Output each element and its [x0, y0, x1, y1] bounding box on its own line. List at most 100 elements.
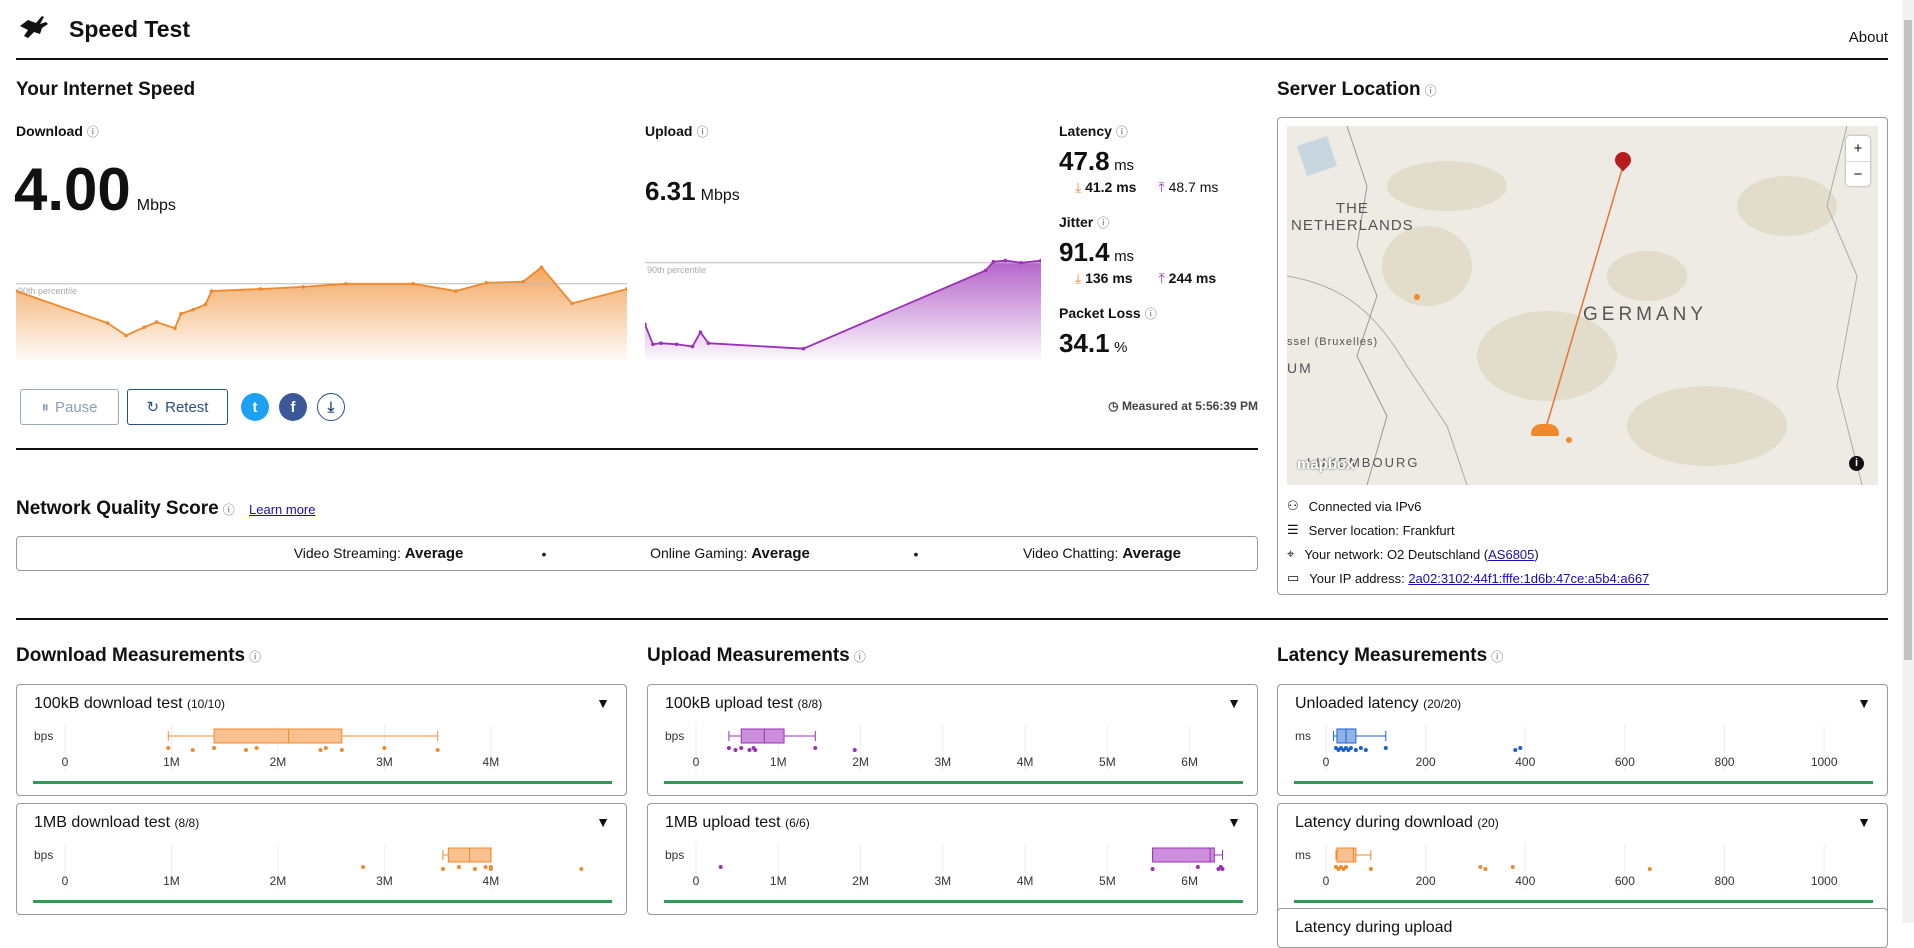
- tick-label: 200: [1416, 755, 1436, 769]
- download-label-text: Download: [16, 123, 83, 139]
- section-divider: [16, 448, 1258, 450]
- facebook-share-icon[interactable]: f: [279, 393, 307, 421]
- info-icon[interactable]: ⓘ: [854, 650, 866, 664]
- upload-measurements-title: Upload Measurements ⓘ: [647, 645, 866, 666]
- info-icon[interactable]: ⓘ: [696, 125, 708, 139]
- header-divider: [16, 58, 1888, 60]
- measured-time: ◷ Measured at 5:56:39 PM: [1108, 399, 1258, 413]
- tick-label: 0: [693, 755, 700, 769]
- data-point: [361, 865, 366, 869]
- latency-up: ⤒ 48.7 ms: [1158, 179, 1219, 195]
- measurement-card[interactable]: Unloaded latency (20/20) ▼ ms 0 200 400 600 800…: [1277, 684, 1888, 796]
- latency-label-text: Latency: [1059, 123, 1112, 139]
- data-point: [1478, 865, 1483, 869]
- data-point: [301, 285, 305, 289]
- data-point: [173, 326, 177, 331]
- unit-label: bps: [34, 729, 53, 743]
- tick-label: 2M: [852, 874, 869, 888]
- measurement-card[interactable]: 1MB download test (8/8) ▼ bps 0 1M 2M 3M 4M: [16, 803, 627, 915]
- info-icon[interactable]: ⓘ: [1145, 307, 1157, 321]
- measurement-card[interactable]: 100kB download test (10/10) ▼ bps 0 1M 2M 3M 4M: [16, 684, 627, 796]
- latency-upload-card[interactable]: Latency during upload: [1277, 908, 1888, 948]
- info-icon[interactable]: ⓘ: [1116, 125, 1128, 139]
- unit-label: bps: [34, 848, 53, 862]
- status-bar: [664, 900, 1243, 903]
- as-link[interactable]: AS6805: [1488, 547, 1534, 562]
- server-title: Server Location ⓘ: [1277, 79, 1437, 101]
- pause-button[interactable]: ⏸ Pause: [20, 389, 119, 425]
- packet-loss-label: Packet Loss ⓘ: [1059, 305, 1259, 322]
- data-point: [1363, 748, 1368, 752]
- quality-box: Video Streaming: Average • Online Gaming…: [16, 536, 1258, 571]
- upload-number: 6.31: [645, 176, 696, 206]
- server-map[interactable]: THE NETHERLANDS GERMANY ssel (Bruxelles)…: [1287, 126, 1878, 485]
- upload-unit: Mbps: [700, 187, 740, 204]
- status-bar: [33, 900, 612, 903]
- browser-icon: ▭: [1287, 570, 1300, 585]
- percentile-label: 90th percentile: [647, 265, 706, 275]
- measurement-card[interactable]: 100kB upload test (8/8) ▼ bps 0 1M 2M 3M 4M 5M 6M: [647, 684, 1258, 796]
- tick-label: 1M: [163, 755, 180, 769]
- retest-button[interactable]: ↻ Retest: [127, 389, 228, 425]
- status-bar: [1294, 781, 1873, 784]
- separator-dot: •: [913, 545, 919, 562]
- tick-label: 0: [1323, 755, 1330, 769]
- upload-label-text: Upload: [645, 123, 693, 139]
- box-plot: ms 0 200 400 600 800 1000: [1294, 725, 1873, 784]
- data-point: [813, 746, 818, 750]
- learn-more-link[interactable]: Learn more: [249, 502, 315, 517]
- quality-title-text: Network Quality Score: [16, 498, 219, 519]
- latency-measurements-title: Latency Measurements ⓘ: [1277, 645, 1504, 666]
- measurement-card[interactable]: Latency during download (20) ▼ ms 0 200 400 60…: [1277, 803, 1888, 915]
- zoom-in-button[interactable]: +: [1846, 136, 1870, 162]
- info-icon[interactable]: ⓘ: [1097, 216, 1109, 230]
- data-point: [1220, 867, 1225, 871]
- tick-label: 0: [693, 874, 700, 888]
- scrollbar-thumb[interactable]: [1904, 20, 1912, 660]
- tick-label: 1M: [163, 874, 180, 888]
- measurement-card[interactable]: 1MB upload test (6/6) ▼ bps 0 1M 2M 3M 4M 5M 6M: [647, 803, 1258, 915]
- zoom-out-button[interactable]: −: [1846, 162, 1870, 187]
- jitter-unit: ms: [1114, 248, 1135, 265]
- data-point: [1513, 748, 1518, 752]
- tick-label: 3M: [376, 874, 393, 888]
- info-icon[interactable]: ⓘ: [1491, 650, 1503, 664]
- info-icon[interactable]: ⓘ: [249, 650, 261, 664]
- twitter-share-icon[interactable]: t: [241, 393, 269, 421]
- tick-label: 400: [1515, 874, 1535, 888]
- data-point: [1150, 867, 1155, 871]
- ip-link[interactable]: 2a02:3102:44f1:fffe:1d6b:47ce:a5b4:a667: [1408, 571, 1649, 586]
- server-title-text: Server Location: [1277, 79, 1421, 100]
- latency-number: 47.8: [1059, 146, 1110, 176]
- data-point: [179, 311, 183, 316]
- separator-dot: •: [541, 545, 547, 562]
- quality-title: Network Quality Score ⓘ: [16, 498, 235, 520]
- info-icon[interactable]: ⓘ: [1425, 84, 1437, 98]
- jitter-down: ⤓ 136 ms: [1075, 270, 1133, 286]
- unit-label: ms: [1295, 848, 1311, 862]
- data-point: [1348, 746, 1353, 750]
- packet-loss-label-text: Packet Loss: [1059, 305, 1141, 321]
- info-icon[interactable]: ⓘ: [87, 125, 99, 139]
- data-point: [1368, 867, 1373, 871]
- tick-label: 4M: [483, 874, 500, 888]
- scrollbar[interactable]: [1902, 0, 1914, 923]
- tick-label: 3M: [934, 755, 951, 769]
- box-plot: bps 0 1M 2M 3M 4M 5M 6M: [664, 844, 1243, 903]
- data-point: [154, 320, 159, 324]
- connection-type: ⚇ Connected via IPv6: [1287, 498, 1422, 514]
- packet-loss-value: 34.1 %: [1059, 328, 1259, 359]
- data-point: [1358, 746, 1363, 750]
- data-point: [484, 280, 489, 285]
- jitter-split: ⤓ 136 ms ⤒ 244 ms: [1075, 270, 1259, 287]
- data-point: [244, 748, 248, 752]
- data-point: [674, 342, 679, 347]
- data-point: [488, 865, 493, 869]
- data-point: [203, 302, 208, 307]
- data-point: [718, 865, 723, 869]
- download-results-icon[interactable]: ⤓: [317, 393, 345, 421]
- map-info-icon[interactable]: i: [1849, 456, 1864, 471]
- info-icon[interactable]: ⓘ: [223, 503, 235, 517]
- about-link[interactable]: About: [1849, 29, 1888, 46]
- tick-label: 6M: [1181, 755, 1198, 769]
